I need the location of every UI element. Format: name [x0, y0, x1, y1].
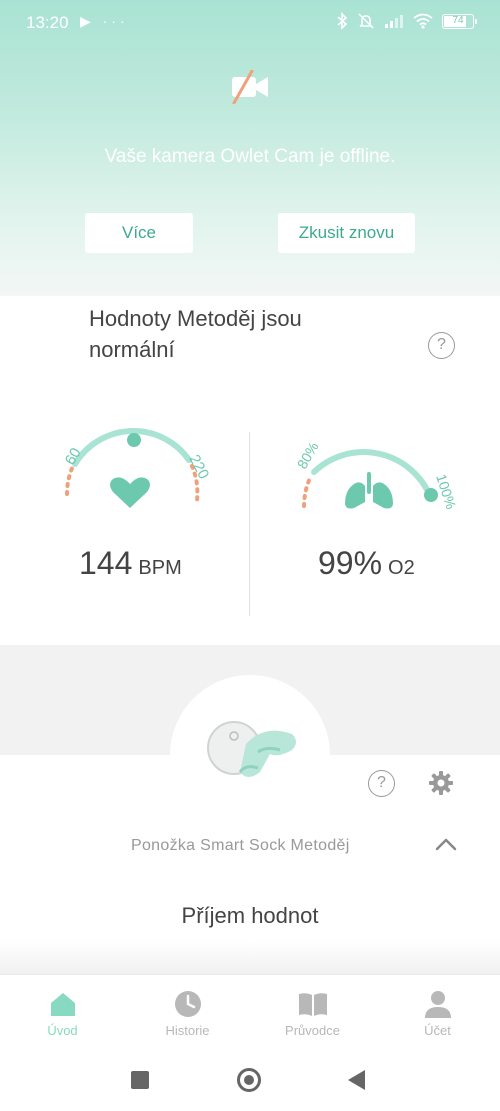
nav-item-guide[interactable]: Průvodce: [250, 975, 375, 1049]
heart-icon: [110, 477, 150, 508]
nav-shadow: [0, 940, 500, 974]
recents-button[interactable]: [131, 1071, 149, 1089]
signal-icon: [385, 15, 403, 28]
sock-help-icon[interactable]: ?: [368, 770, 395, 797]
sock-status: Příjem hodnot: [181, 903, 319, 928]
status-bar: 13:20 ▶ ··· 74: [0, 0, 500, 46]
camera-header: 13:20 ▶ ··· 74 Vaše kamera Owlet Cam je …: [0, 0, 500, 296]
bottom-nav: Úvod Historie Průvodce Účet: [0, 974, 500, 1049]
nav-item-account[interactable]: Účet: [375, 975, 500, 1049]
home-icon: [50, 993, 75, 1016]
battery-icon: 74: [442, 13, 477, 29]
nav-label-history: Historie: [165, 1023, 210, 1038]
oxygen-gauge: 80% 100%: [294, 439, 460, 511]
vitals-help-icon[interactable]: ?: [428, 332, 455, 359]
heart-rate-value: 144: [79, 545, 133, 581]
oxygen-unit: O2: [388, 557, 415, 579]
oxygen-reading: 99% O2: [318, 545, 415, 582]
system-nav-bar: [0, 1049, 500, 1111]
chevron-up-icon[interactable]: [434, 836, 458, 852]
camera-offline-message: Vaše kamera Owlet Cam je offline.: [104, 146, 396, 167]
nav-label-guide: Průvodce: [285, 1023, 340, 1038]
notification-icons: ▶ ···: [80, 13, 129, 29]
nav-label-home: Úvod: [47, 1023, 78, 1038]
vitals-status-title: Hodnoty Metoděj jsou normální: [89, 306, 302, 362]
retry-button[interactable]: Zkusit znovu: [278, 213, 415, 253]
status-time: 13:20: [26, 13, 69, 32]
nav-item-home[interactable]: Úvod: [0, 975, 125, 1049]
battery-level: 74: [452, 14, 464, 26]
more-button[interactable]: Více: [85, 213, 193, 253]
heart-rate-gauge: 60 220: [62, 428, 212, 508]
oxygen-value: 99%: [318, 545, 383, 581]
oxygen-max-label: 100%: [433, 472, 459, 511]
clock-icon: [174, 991, 201, 1017]
person-icon: [424, 991, 451, 1018]
heart-rate-reading: 144 BPM: [79, 545, 182, 582]
book-icon: [298, 993, 327, 1016]
vitals-divider: [249, 432, 250, 616]
lungs-icon: [345, 472, 393, 509]
status-icons: 74: [336, 12, 477, 30]
nav-item-history[interactable]: Historie: [125, 975, 250, 1049]
mute-icon: [358, 13, 374, 29]
nav-label-account: Účet: [424, 1023, 451, 1038]
sock-name: Ponožka Smart Sock Metoděj: [131, 837, 350, 854]
smart-sock-image: [207, 721, 296, 777]
heart-min-label: 60: [62, 445, 85, 468]
home-button[interactable]: [237, 1068, 261, 1092]
gear-icon[interactable]: [428, 770, 454, 796]
camera-off-icon: [232, 70, 268, 104]
heart-rate-unit: BPM: [138, 557, 182, 579]
bluetooth-icon: [337, 12, 348, 30]
back-button[interactable]: [348, 1070, 365, 1090]
wifi-icon: [413, 13, 433, 29]
